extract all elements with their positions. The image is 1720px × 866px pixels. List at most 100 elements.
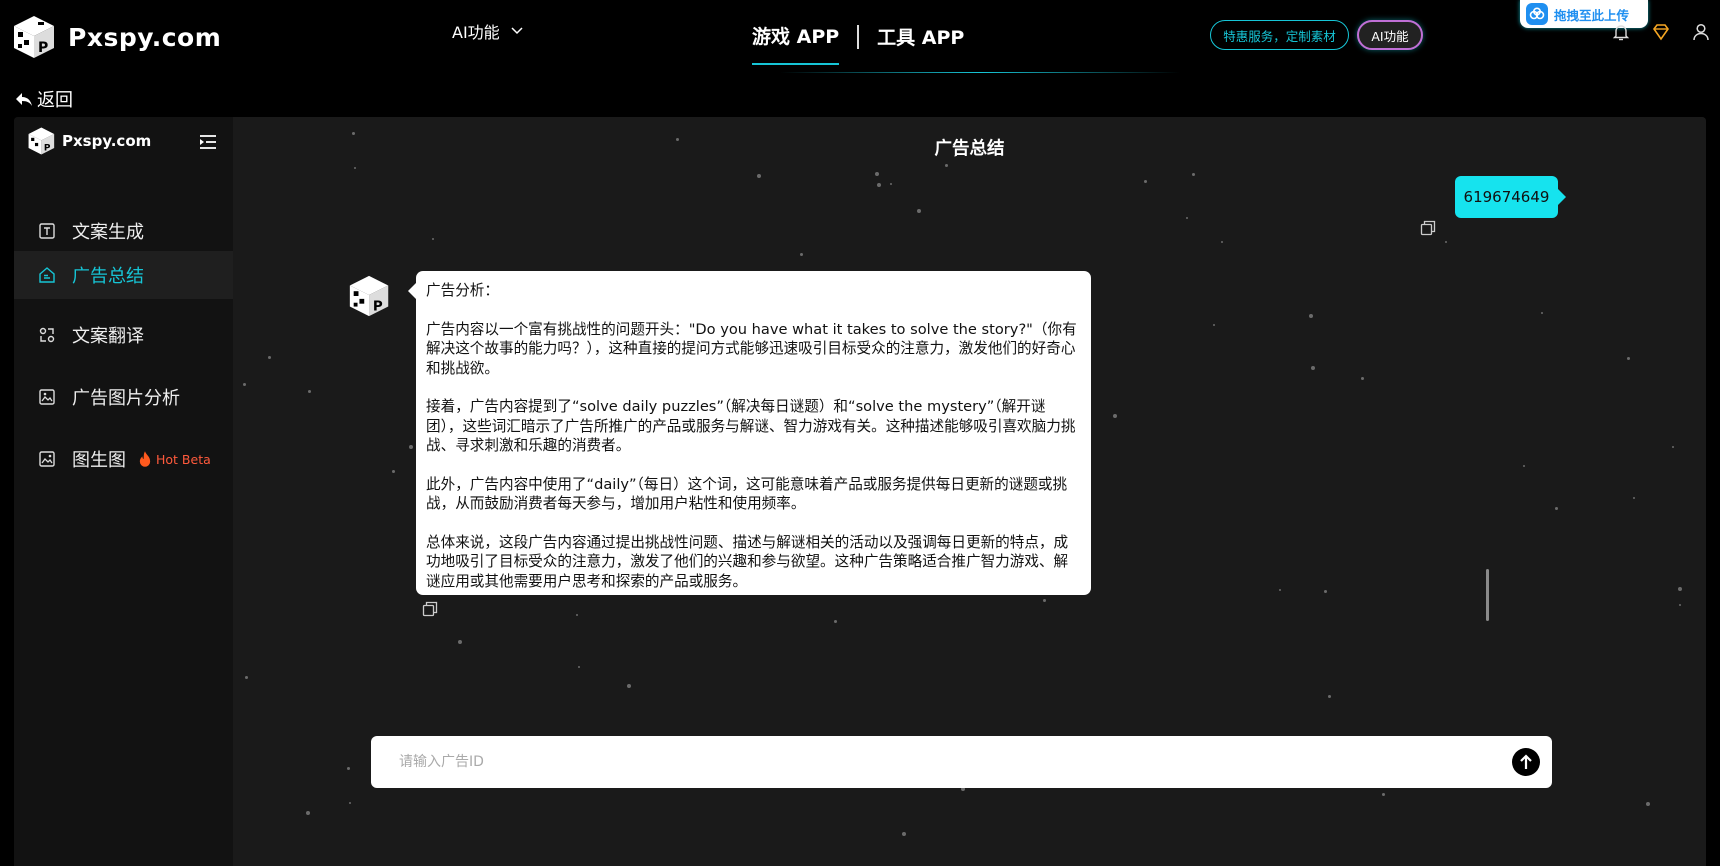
- ai-menu-label: AI功能: [452, 23, 500, 42]
- star-dot: [834, 620, 837, 623]
- ad-id-input-box: [371, 736, 1552, 788]
- star-dot: [347, 767, 350, 770]
- star-dot: [917, 209, 921, 213]
- star-dot: [1679, 604, 1681, 606]
- star-dot: [576, 614, 578, 616]
- sidebar-logo[interactable]: P Pxspy.com: [26, 125, 151, 157]
- star-dot: [1555, 507, 1558, 510]
- svg-text:P: P: [44, 144, 51, 154]
- star-dot: [243, 383, 246, 386]
- star-dot: [1541, 312, 1543, 314]
- star-dot: [1646, 802, 1650, 806]
- star-dot: [1144, 180, 1147, 183]
- bot-paragraph: 此外，广告内容中使用了“daily”（每日）这个词，这可能意味着产品或服务提供每…: [426, 475, 1068, 513]
- star-dot: [945, 164, 948, 167]
- translate-icon: [39, 327, 55, 343]
- arrow-up-icon: [1520, 754, 1532, 769]
- star-dot: [1523, 465, 1525, 467]
- back-arrow-icon: [16, 93, 32, 106]
- star-dot: [1627, 357, 1630, 360]
- svg-text:P: P: [38, 40, 48, 56]
- logo-text: Pxspy.com: [68, 22, 222, 52]
- star-dot: [1324, 590, 1327, 593]
- sidebar-item-image-to-image[interactable]: 图生图 Hot Beta: [14, 435, 233, 483]
- page-title: 广告总结: [934, 139, 1005, 159]
- sidebar-item-label: 文案生成: [72, 222, 144, 243]
- ad-id-input[interactable]: [399, 750, 1479, 774]
- hot-beta-badge: Hot Beta: [136, 450, 211, 468]
- tab-game-app[interactable]: 游戏 APP: [752, 22, 840, 65]
- star-dot: [1678, 587, 1682, 591]
- collapse-menu-icon[interactable]: [199, 134, 217, 150]
- star-dot: [890, 183, 892, 185]
- fire-icon: [139, 451, 151, 467]
- bell-icon[interactable]: [1611, 22, 1631, 42]
- star-dot: [268, 356, 271, 359]
- star-dot: [306, 811, 310, 815]
- badge-label: Hot Beta: [156, 451, 211, 467]
- star-dot: [1445, 241, 1447, 243]
- star-dot: [1113, 414, 1117, 418]
- user-icon[interactable]: [1691, 22, 1711, 42]
- pxspy-logo-icon: P: [28, 127, 55, 155]
- chat-panel: 广告总结 619674649 P 广告分析： 广告内容以一个富有挑战性的问题开头…: [233, 117, 1706, 866]
- sidebar-item-label: 广告图片分析: [72, 388, 180, 409]
- upload-banner-label: 拖拽至此上传: [1554, 7, 1630, 23]
- star-dot: [757, 174, 761, 178]
- copy-icon[interactable]: [1420, 220, 1436, 236]
- star-dot: [349, 802, 351, 804]
- sidebar-item-label: 图生图: [72, 450, 126, 471]
- star-dot: [392, 470, 395, 473]
- star-dot: [627, 684, 631, 688]
- back-button[interactable]: 返回: [14, 86, 73, 112]
- header-glow-line: [780, 72, 1180, 73]
- star-dot: [245, 676, 248, 679]
- star-dot: [1221, 241, 1223, 243]
- send-button[interactable]: [1512, 748, 1540, 776]
- bot-message-bubble: 广告分析： 广告内容以一个富有挑战性的问题开头："Do you have wha…: [408, 271, 1091, 595]
- chevron-down-icon: [511, 27, 523, 35]
- special-service-button[interactable]: 特惠服务，定制素材: [1210, 20, 1349, 50]
- app-shell: P Pxspy.com 文案生成 广告总结 文案翻译 广告图片分析 图生图 Ho…: [14, 117, 1706, 866]
- star-dot: [354, 167, 356, 169]
- star-dot: [1279, 589, 1281, 591]
- chat-scrollbar[interactable]: [1486, 569, 1489, 621]
- tab-tool-app[interactable]: 工具 APP: [877, 23, 964, 64]
- summary-icon: [39, 267, 55, 283]
- sidebar-item-copy-translation[interactable]: 文案翻译: [14, 311, 233, 359]
- bot-paragraph: 广告内容以一个富有挑战性的问题开头："Do you have what it t…: [426, 320, 1077, 377]
- bot-paragraph: 总体来说，这段广告内容通过提出挑战性问题、描述与解谜相关的活动以及强调每日更新的…: [426, 533, 1069, 590]
- star-dot: [458, 640, 462, 644]
- tab-divider: [857, 24, 860, 49]
- star-dot: [1633, 497, 1635, 499]
- star-dot: [409, 445, 413, 449]
- star-dot: [1213, 324, 1215, 326]
- text-icon: [39, 223, 55, 239]
- ai-features-menu[interactable]: AI功能: [452, 19, 524, 43]
- svg-text:P: P: [373, 299, 383, 314]
- user-message-bubble: 619674649: [1455, 176, 1566, 218]
- star-dot: [800, 253, 803, 256]
- upload-cloud-icon: [1526, 3, 1548, 25]
- back-label: 返回: [37, 90, 73, 111]
- site-logo[interactable]: P Pxspy.com: [10, 12, 221, 62]
- image-gen-icon: [39, 451, 55, 467]
- copy-icon[interactable]: [422, 601, 438, 617]
- sidebar-item-ad-image-analysis[interactable]: 广告图片分析: [14, 373, 233, 421]
- star-dot: [1361, 377, 1364, 380]
- sidebar-item-ad-summary[interactable]: 广告总结: [14, 251, 233, 299]
- app-tabs: 游戏 APP 工具 APP: [752, 22, 964, 65]
- star-dot: [1672, 446, 1674, 448]
- star-dot: [875, 172, 879, 176]
- ai-features-button[interactable]: AI功能: [1357, 20, 1423, 50]
- star-dot: [1186, 217, 1188, 219]
- bot-paragraph: 接着，广告内容提到了“solve daily puzzles”（解决每日谜题）和…: [426, 398, 1076, 454]
- sidebar-item-label: 文案翻译: [72, 326, 144, 347]
- diamond-icon[interactable]: [1651, 22, 1671, 42]
- top-bar: P Pxspy.com AI功能 游戏 APP 工具 APP 特惠服务，定制素材…: [0, 0, 1720, 74]
- star-dot: [1311, 366, 1315, 370]
- star-dot: [1309, 314, 1313, 318]
- star-dot: [1328, 695, 1331, 698]
- sidebar-item-copy-generation[interactable]: 文案生成: [14, 207, 233, 255]
- star-dot: [432, 238, 434, 240]
